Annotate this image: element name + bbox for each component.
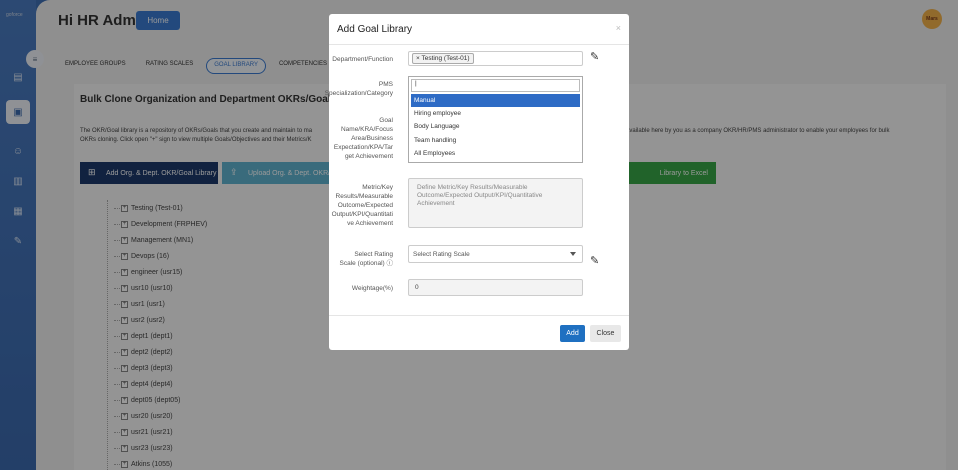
metric-label: Metric/Key Results/Measurable Outcome/Ex… xyxy=(332,183,393,228)
pms-label-line1: PMS xyxy=(378,81,393,88)
dropdown-option[interactable]: All Employees xyxy=(411,147,580,160)
pms-category-label: PMS Specialization/Category xyxy=(325,80,393,98)
metric-label-line: Output/KPI/Quantitati xyxy=(331,211,393,218)
info-icon: ⓘ xyxy=(384,260,393,267)
dropdown-option[interactable]: Body Language xyxy=(411,120,580,133)
metric-label-line: Metric/Key xyxy=(362,184,393,191)
dropdown-option[interactable]: Team handling xyxy=(411,134,580,147)
dropdown-option[interactable]: Hiring employee xyxy=(411,107,580,120)
dropdown-search-input[interactable]: | xyxy=(411,79,580,92)
goal-label-line: Area/Business xyxy=(351,135,393,142)
chevron-down-icon xyxy=(570,252,576,256)
add-goal-library-modal: Add Goal Library × Department/Function ×… xyxy=(325,14,629,350)
weightage-label: Weightage(%) xyxy=(351,285,393,292)
modal-title: Add Goal Library xyxy=(337,24,413,35)
goal-label-line: Name/KRA/Focus xyxy=(340,126,393,133)
rating-scale-label: Select Rating Scale (optional) ⓘ xyxy=(340,250,393,268)
edit-icon[interactable]: ✎ xyxy=(590,255,604,268)
edit-icon[interactable]: ✎ xyxy=(590,51,604,64)
department-tag[interactable]: × Testing (Test-01) xyxy=(412,53,474,64)
rating-scale-select[interactable]: Select Rating Scale xyxy=(408,245,583,263)
metric-label-line: Outcome/Expected xyxy=(337,202,393,209)
close-button[interactable]: Close xyxy=(590,325,621,342)
rating-scale-value: Select Rating Scale xyxy=(413,250,470,258)
goal-label-line: Goal xyxy=(379,117,393,124)
pms-category-dropdown: | Manual Hiring employee Body Language T… xyxy=(408,76,583,163)
goal-name-label: Goal Name/KRA/Focus Area/Business Expect… xyxy=(334,116,393,161)
close-icon[interactable]: × xyxy=(616,23,621,33)
rating-label-line2: Scale (optional) xyxy=(339,260,385,267)
tag-remove-icon[interactable]: × xyxy=(416,55,420,62)
metric-textarea[interactable]: Define Metric/Key Results/Measurable Out… xyxy=(408,178,583,228)
department-label: Department/Function xyxy=(332,56,393,63)
pms-label-line2: Specialization/Category xyxy=(324,90,393,97)
divider xyxy=(329,315,629,316)
rating-label-line1: Select Rating xyxy=(354,251,393,258)
add-button[interactable]: Add xyxy=(560,325,585,342)
department-select[interactable]: × Testing (Test-01) xyxy=(408,51,583,66)
goal-label-line: get Achievement xyxy=(344,153,393,160)
department-tag-label: Testing (Test-01) xyxy=(421,55,470,62)
goal-label-line: Expectation/KPA/Tar xyxy=(333,144,393,151)
dropdown-option[interactable]: Manual xyxy=(411,94,580,107)
metric-label-line: Results/Measurable xyxy=(335,193,393,200)
weightage-input[interactable]: 0 xyxy=(408,279,583,296)
divider xyxy=(329,44,629,45)
metric-label-line: ve Achievement xyxy=(347,220,393,227)
